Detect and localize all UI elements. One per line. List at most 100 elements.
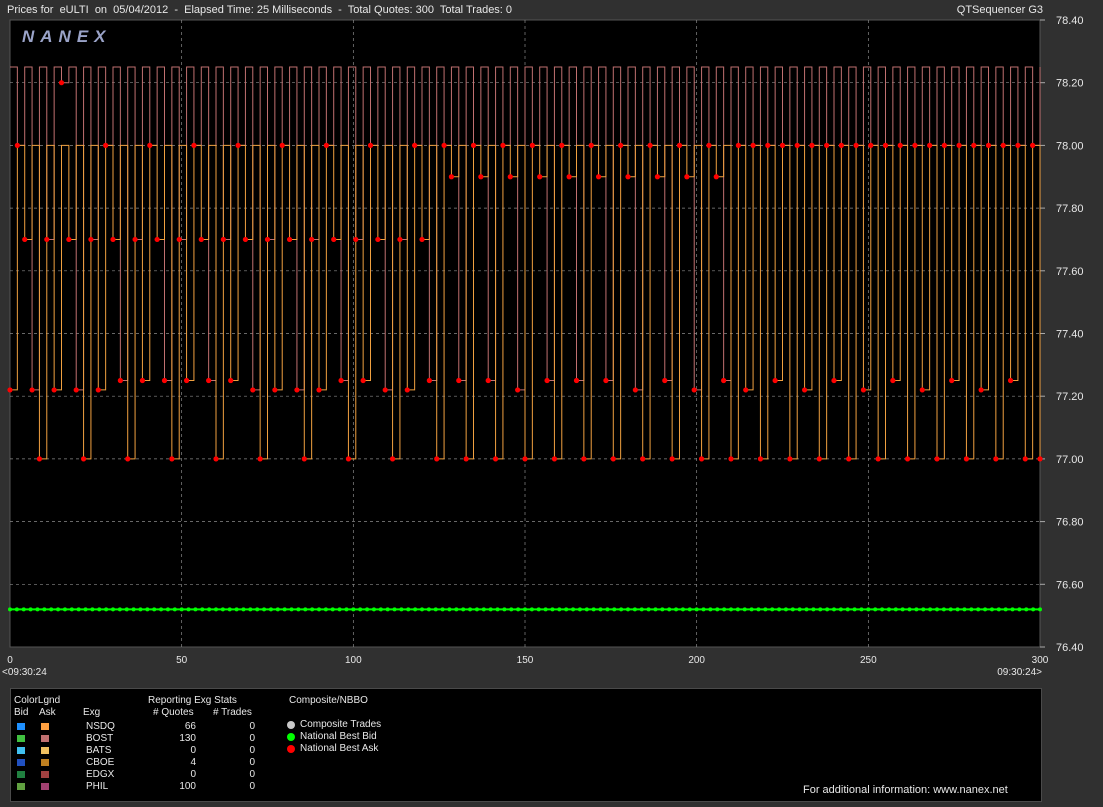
bid-point [928, 607, 933, 612]
bid-point [859, 607, 864, 612]
x-start-label: <09:30:24 [2, 667, 47, 678]
ask-point [853, 142, 859, 148]
ask-point [801, 387, 808, 393]
ask-point [448, 174, 455, 180]
ask-point [44, 236, 50, 243]
bid-point [62, 607, 67, 612]
exg-name: EDGX [86, 769, 115, 780]
national-best-ask-label: National Best Ask [300, 743, 379, 754]
ask-point [228, 377, 234, 384]
quotes-count: 130 [179, 733, 196, 744]
bid-point [516, 607, 521, 612]
ask-point [206, 377, 212, 384]
ask-point [647, 142, 653, 148]
ask-point [286, 236, 293, 243]
bid-point [804, 607, 809, 612]
ask-point [971, 142, 977, 148]
bid-point [200, 607, 205, 612]
bid-point [481, 607, 486, 612]
exg-name: CBOE [86, 757, 115, 768]
exg-name: BOST [86, 733, 114, 744]
ask-point [934, 456, 940, 462]
ask-point [434, 456, 440, 462]
ask-point [73, 387, 79, 393]
bid-point [138, 607, 143, 612]
ask-swatch [41, 735, 49, 742]
ask-point [500, 142, 506, 148]
nanex-logo: NANEX [22, 27, 112, 46]
bid-point [399, 607, 404, 612]
bid-point [234, 607, 239, 612]
ask-point [139, 377, 146, 384]
bid-point [323, 607, 328, 612]
quotes-count: 4 [190, 757, 196, 768]
bid-point [207, 607, 212, 612]
bid-point [8, 607, 12, 612]
ask-point [927, 142, 933, 148]
ask-point [1030, 142, 1036, 148]
bid-point [378, 607, 383, 612]
ask-point [29, 387, 35, 393]
national-best-bid-dot [287, 733, 295, 741]
bid-point [179, 607, 184, 612]
ask-point [728, 456, 734, 462]
bid-point [626, 607, 630, 612]
ask-point [272, 387, 278, 393]
bid-point [317, 607, 321, 612]
ask-point [404, 387, 410, 393]
bid-point [502, 607, 507, 612]
ask-point [389, 456, 396, 462]
bid-point [825, 607, 830, 612]
bid-point [948, 607, 953, 612]
bid-point [880, 607, 885, 612]
bid-point [612, 607, 617, 612]
ask-point [294, 387, 300, 393]
ask-point [595, 174, 602, 180]
ask-point [397, 236, 403, 243]
ask-point [375, 236, 381, 243]
bid-point [619, 607, 624, 612]
bid-point [282, 607, 287, 612]
y-tick-label: 76.80 [1056, 517, 1084, 529]
bid-point [385, 607, 390, 612]
trades-count: 0 [249, 769, 255, 780]
bid-point [76, 607, 81, 612]
ask-point [625, 174, 631, 180]
quotes-count: 0 [190, 769, 196, 780]
bid-point [873, 607, 878, 612]
bid-point [488, 607, 493, 612]
bid-point [886, 607, 891, 612]
ask-point [816, 456, 822, 462]
bid-point [131, 607, 136, 612]
bid-header: Bid [14, 707, 29, 718]
bid-point [358, 607, 363, 612]
x-tick-label: 250 [860, 655, 877, 666]
ask-point [640, 456, 646, 462]
bid-point [969, 607, 974, 612]
ask-point [80, 456, 87, 462]
bid-swatch [17, 759, 25, 766]
bid-point [729, 607, 733, 612]
bid-point [241, 607, 246, 612]
ask-point [257, 456, 263, 462]
bid-point [310, 607, 315, 612]
exg-name: BATS [86, 745, 112, 756]
ask-point [51, 387, 57, 393]
x-tick-label: 200 [688, 655, 705, 666]
bid-point [296, 607, 301, 612]
ask-point [632, 387, 638, 393]
x-tick-label: 300 [1032, 655, 1049, 666]
national-best-ask-dot [287, 745, 295, 753]
bid-point [1038, 607, 1042, 612]
footer-link[interactable]: For additional information: www.nanex.ne… [803, 784, 1008, 796]
bid-point [117, 607, 122, 612]
bid-point [262, 607, 267, 612]
y-tick-label: 78.40 [1056, 15, 1084, 27]
bid-point [152, 607, 157, 612]
bid-point [694, 607, 699, 612]
bid-point [790, 607, 795, 612]
ask-point [713, 174, 719, 180]
bid-point [159, 607, 164, 612]
ask-point [706, 142, 712, 148]
ask-point [470, 142, 477, 148]
